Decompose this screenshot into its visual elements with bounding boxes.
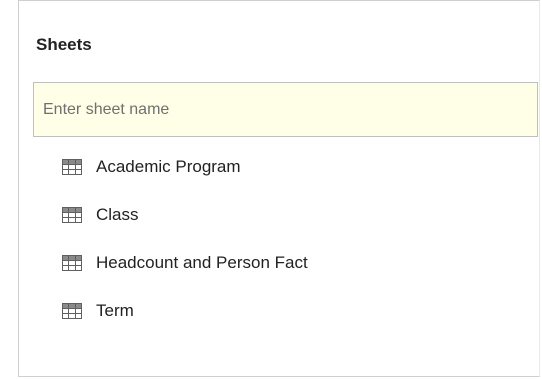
sheet-item-term[interactable]: Term: [62, 299, 308, 323]
sheets-panel: Sheets Academic Program: [18, 0, 540, 377]
sheet-item-academic-program[interactable]: Academic Program: [62, 155, 308, 179]
table-grid-icon: [62, 159, 82, 175]
sheet-item-headcount-and-person-fact[interactable]: Headcount and Person Fact: [62, 251, 308, 275]
sheet-item-label: Headcount and Person Fact: [96, 253, 308, 272]
sheet-item-class[interactable]: Class: [62, 203, 308, 227]
sheet-list: Academic Program Class Headcount and Per…: [62, 155, 308, 347]
sheet-item-label: Class: [96, 205, 139, 224]
table-grid-icon: [62, 207, 82, 223]
table-grid-icon: [62, 255, 82, 271]
panel-title: Sheets: [36, 35, 92, 54]
sheet-item-label: Academic Program: [96, 157, 241, 176]
table-grid-icon: [62, 303, 82, 319]
sheet-item-label: Term: [96, 301, 134, 320]
sheet-search-input[interactable]: [33, 82, 538, 137]
